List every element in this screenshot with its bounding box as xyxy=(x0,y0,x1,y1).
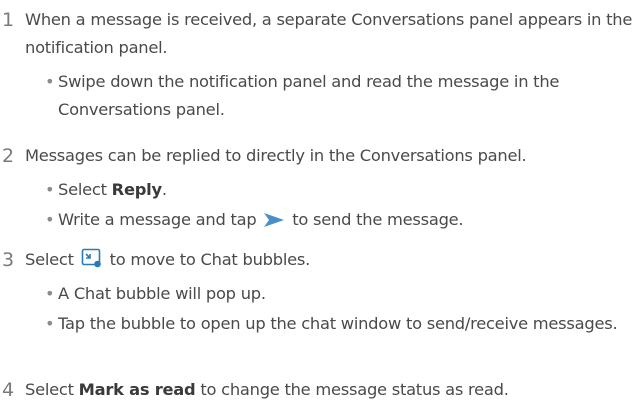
bullet-text: . xyxy=(161,180,167,199)
bullet-text: Tap the bubble to open up the chat windo… xyxy=(58,314,618,333)
bullet-dot: • xyxy=(45,314,55,333)
step-text: to change the message status as read. xyxy=(195,380,509,399)
bullet-text: A Chat bubble will pop up. xyxy=(58,284,266,303)
step-number: 1 xyxy=(2,9,15,31)
step-number: 2 xyxy=(2,145,15,167)
instructions-document: 1 When a message is received, a separate… xyxy=(0,0,640,405)
bullet-dot: • xyxy=(45,72,55,91)
step-text: to move to Chat bubbles. xyxy=(104,250,311,269)
chat-bubble-icon xyxy=(81,248,103,277)
step-text: Messages can be replied to directly in t… xyxy=(25,146,527,165)
step-text: Select xyxy=(25,380,79,399)
send-arrow-icon xyxy=(263,209,285,237)
bullet-item: • A Chat bubble will pop up. xyxy=(45,280,635,308)
mark-as-read-label: Mark as read xyxy=(78,380,196,399)
step-text: Select xyxy=(25,250,79,269)
bullet-item: • Select Reply. xyxy=(45,176,635,204)
reply-label: Reply xyxy=(111,180,162,199)
bullet-dot: • xyxy=(45,180,55,199)
bullet-item: • Write a message and tap to send the me… xyxy=(45,206,635,237)
bullet-text: Swipe down the notification panel and re… xyxy=(58,72,560,119)
step-number: 3 xyxy=(2,249,15,271)
bullet-dot: • xyxy=(45,284,55,303)
bullet-text: Select xyxy=(58,180,112,199)
bullet-item: • Tap the bubble to open up the chat win… xyxy=(45,310,635,338)
bullet-text: to send the message. xyxy=(287,210,464,229)
bullet-text: Write a message and tap xyxy=(58,210,262,229)
step-number: 4 xyxy=(2,379,15,401)
step-text: When a message is received, a separate C… xyxy=(25,10,633,57)
bullet-dot: • xyxy=(45,210,55,229)
bullet-item: • Swipe down the notification panel and … xyxy=(45,68,635,124)
